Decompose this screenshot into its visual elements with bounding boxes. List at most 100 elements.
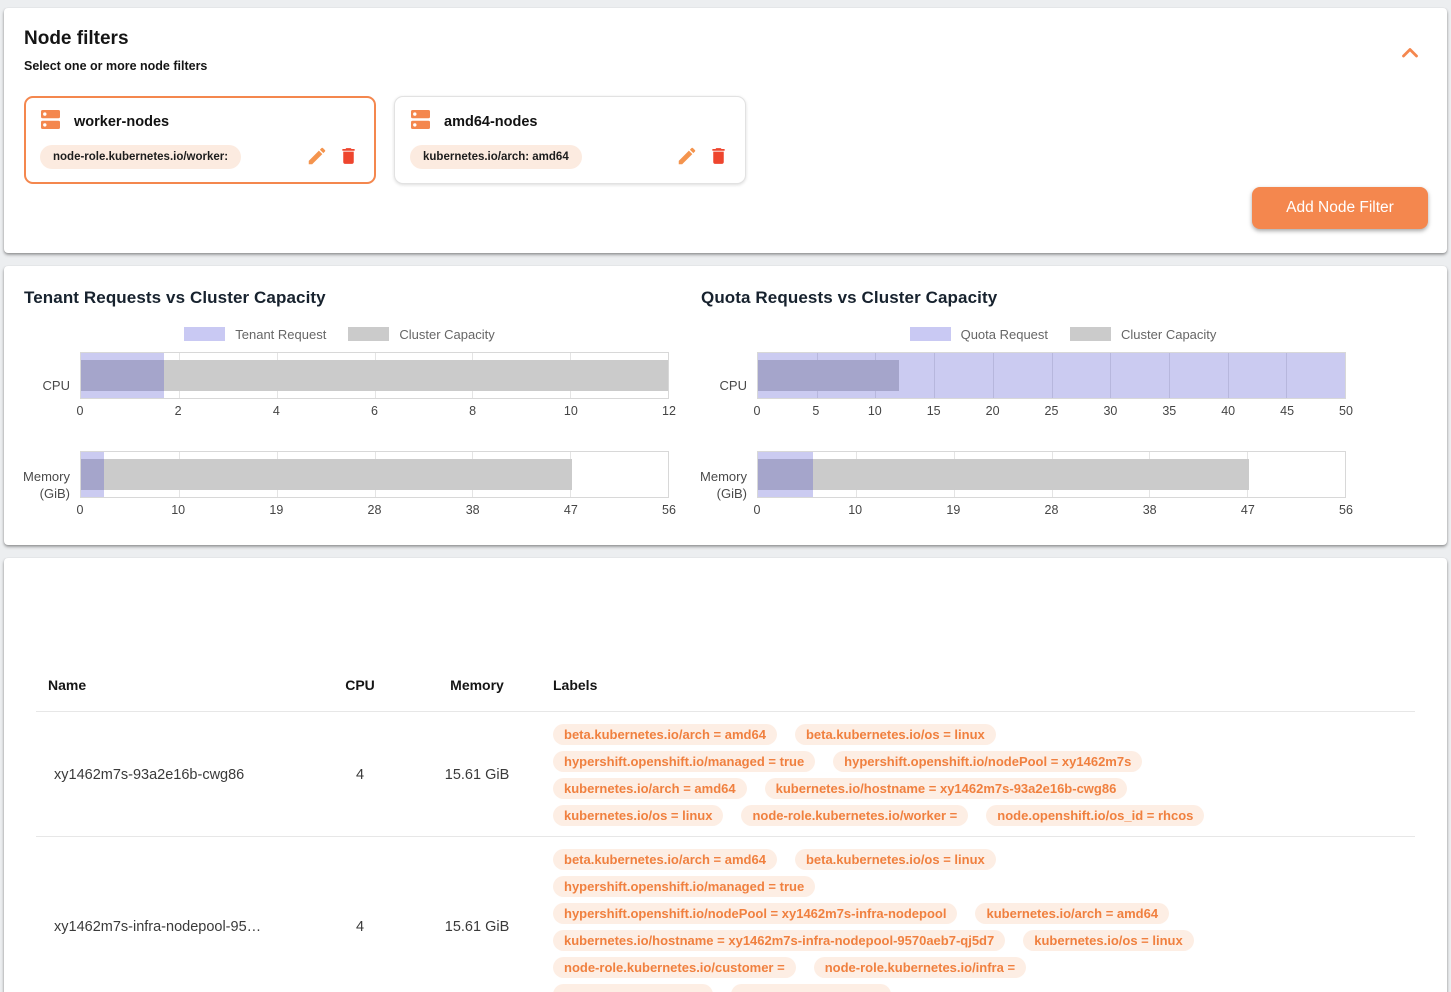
server-icon bbox=[410, 109, 431, 135]
delete-filter-button[interactable] bbox=[706, 145, 730, 169]
table-row: xy1462m7s-93a2e16b-cwg86415.61 GiBbeta.k… bbox=[36, 711, 1415, 836]
axis-ticks: 0101928384756 bbox=[80, 503, 669, 520]
delete-filter-button[interactable] bbox=[336, 145, 360, 169]
legend-swatch bbox=[184, 327, 225, 341]
tick-label: 12 bbox=[662, 404, 676, 418]
tick-label: 40 bbox=[1221, 404, 1235, 418]
label-chip: node-role.kubernetes.io/worker = bbox=[741, 805, 968, 826]
pencil-icon bbox=[306, 155, 328, 170]
axis-row-label: Memory (GiB) bbox=[24, 451, 80, 520]
tick-label: 38 bbox=[466, 503, 480, 517]
label-chip-line: hypershift.openshift.io/managed = true bbox=[553, 876, 1415, 897]
label-chip-line: beta.kubernetes.io/arch = amd64 beta.kube… bbox=[553, 849, 1415, 870]
chart-row-memory: Memory (GiB)0101928384756 bbox=[24, 451, 677, 520]
label-chip: hypershift.openshift.io/nodePool = xy146… bbox=[553, 903, 957, 924]
label-chip: beta.kubernetes.io/os = linux bbox=[795, 849, 996, 870]
node-filters-panel: Node filters Select one or more node fil… bbox=[4, 8, 1447, 253]
label-chip-line: beta.kubernetes.io/arch = amd64beta.kube… bbox=[553, 724, 1415, 745]
bar-track-wrap: 0101928384756 bbox=[757, 451, 1346, 520]
tick-label: 20 bbox=[986, 404, 1000, 418]
label-chip-line: kubernetes.io/os = linuxnode-role.kubern… bbox=[553, 805, 1415, 826]
legend-label: Tenant Request bbox=[235, 327, 326, 342]
tick-label: 0 bbox=[754, 503, 761, 517]
tick-label: 56 bbox=[1339, 503, 1353, 517]
nodes-table-panel: NameCPUMemoryLabels xy1462m7s-93a2e16b-c… bbox=[4, 558, 1447, 992]
tick-label: 8 bbox=[469, 404, 476, 418]
tick-label: 38 bbox=[1143, 503, 1157, 517]
charts-panel: Tenant Requests vs Cluster CapacityTenan… bbox=[4, 266, 1447, 545]
bar-track-wrap: 024681012 bbox=[80, 352, 669, 421]
filter-name: worker-nodes bbox=[74, 114, 169, 130]
capacity-bar bbox=[758, 459, 1249, 490]
tick-label: 19 bbox=[946, 503, 960, 517]
label-chip: kubernetes.io/hostname = xy1462m7s-93a2e… bbox=[765, 778, 1128, 799]
table-header-labels: Labels bbox=[547, 677, 1415, 693]
label-chip: beta.kubernetes.io/arch = amd64 bbox=[553, 724, 777, 745]
tick-label: 4 bbox=[273, 404, 280, 418]
request-bar bbox=[81, 353, 164, 398]
filter-card-header: worker-nodes bbox=[40, 109, 360, 135]
label-chip: beta.kubernetes.io/arch = amd64 bbox=[553, 849, 777, 870]
legend-label: Cluster Capacity bbox=[1121, 327, 1216, 342]
add-node-filter-button[interactable]: Add Node Filter bbox=[1252, 187, 1428, 229]
tick-label: 19 bbox=[269, 503, 283, 517]
bar-track-wrap: 0101928384756 bbox=[80, 451, 669, 520]
label-chip-line: kubernetes.io/arch = amd64kubernetes.io/… bbox=[553, 778, 1415, 799]
trash-icon bbox=[708, 155, 729, 170]
label-chip bbox=[553, 984, 713, 992]
cell-name: xy1462m7s-93a2e16b-cwg86 bbox=[36, 767, 330, 783]
tick-label: 28 bbox=[1045, 503, 1059, 517]
legend-swatch bbox=[910, 327, 951, 341]
table-row: xy1462m7s-infra-nodepool-95…415.61 GiBbe… bbox=[36, 836, 1415, 992]
cell-memory: 15.61 GiB bbox=[407, 919, 547, 935]
filter-card-amd64-nodes[interactable]: amd64-nodes kubernetes.io/arch: amd64 bbox=[394, 96, 746, 184]
filter-label-chip: node-role.kubernetes.io/worker: bbox=[40, 145, 241, 169]
page: { "node_filters": { "title": "Node filte… bbox=[0, 8, 1451, 992]
filter-card-header: amd64-nodes bbox=[410, 109, 730, 135]
chevron-up-icon bbox=[1401, 47, 1419, 62]
cell-name: xy1462m7s-infra-nodepool-95… bbox=[36, 919, 330, 935]
label-chip: node-role.kubernetes.io/customer = bbox=[553, 957, 796, 978]
label-chip: kubernetes.io/arch = amd64 bbox=[975, 903, 1169, 924]
table-header-name: Name bbox=[36, 677, 330, 693]
tick-label: 56 bbox=[662, 503, 676, 517]
panel-subtitle: Select one or more node filters bbox=[24, 59, 1427, 73]
edit-filter-button[interactable] bbox=[675, 145, 699, 169]
trash-icon bbox=[338, 155, 359, 170]
table-header-memory: Memory bbox=[407, 677, 547, 693]
capacity-bar bbox=[81, 459, 572, 490]
filter-actions bbox=[675, 145, 730, 169]
tick-label: 0 bbox=[77, 503, 84, 517]
tick-label: 35 bbox=[1162, 404, 1176, 418]
filter-card-worker-nodes[interactable]: worker-nodes node-role.kubernetes.io/work… bbox=[24, 96, 376, 184]
tick-label: 47 bbox=[1241, 503, 1255, 517]
capacity-bar bbox=[81, 360, 668, 391]
label-chip-line: hypershift.openshift.io/nodePool = xy146… bbox=[553, 903, 1415, 924]
label-chip-line: kubernetes.io/hostname = xy1462m7s-infra… bbox=[553, 930, 1415, 951]
filter-card-body: kubernetes.io/arch: amd64 bbox=[410, 145, 730, 169]
filter-card-body: node-role.kubernetes.io/worker: bbox=[40, 145, 360, 169]
bar-track bbox=[80, 451, 669, 498]
table-body: xy1462m7s-93a2e16b-cwg86415.61 GiBbeta.k… bbox=[36, 711, 1415, 992]
legend-label: Quota Request bbox=[961, 327, 1048, 342]
legend-swatch bbox=[1070, 327, 1111, 341]
tick-label: 30 bbox=[1103, 404, 1117, 418]
request-bar bbox=[758, 353, 1345, 398]
tick-label: 0 bbox=[77, 404, 84, 418]
axis-ticks: 05101520253035404550 bbox=[757, 404, 1346, 421]
bar-track bbox=[757, 352, 1346, 399]
edit-filter-button[interactable] bbox=[305, 145, 329, 169]
collapse-panel-button[interactable] bbox=[1401, 46, 1419, 62]
legend-label: Cluster Capacity bbox=[399, 327, 494, 342]
legend-swatch bbox=[348, 327, 389, 341]
label-chip: hypershift.openshift.io/managed = true bbox=[553, 751, 815, 772]
label-chip: kubernetes.io/hostname = xy1462m7s-infra… bbox=[553, 930, 1005, 951]
bar-track bbox=[757, 451, 1346, 498]
tick-label: 45 bbox=[1280, 404, 1294, 418]
label-chip: hypershift.openshift.io/managed = true bbox=[553, 876, 815, 897]
label-chip: node.openshift.io/os_id = rhcos bbox=[986, 805, 1204, 826]
tick-label: 50 bbox=[1339, 404, 1353, 418]
tick-label: 2 bbox=[175, 404, 182, 418]
tick-label: 10 bbox=[848, 503, 862, 517]
server-icon bbox=[40, 109, 61, 135]
